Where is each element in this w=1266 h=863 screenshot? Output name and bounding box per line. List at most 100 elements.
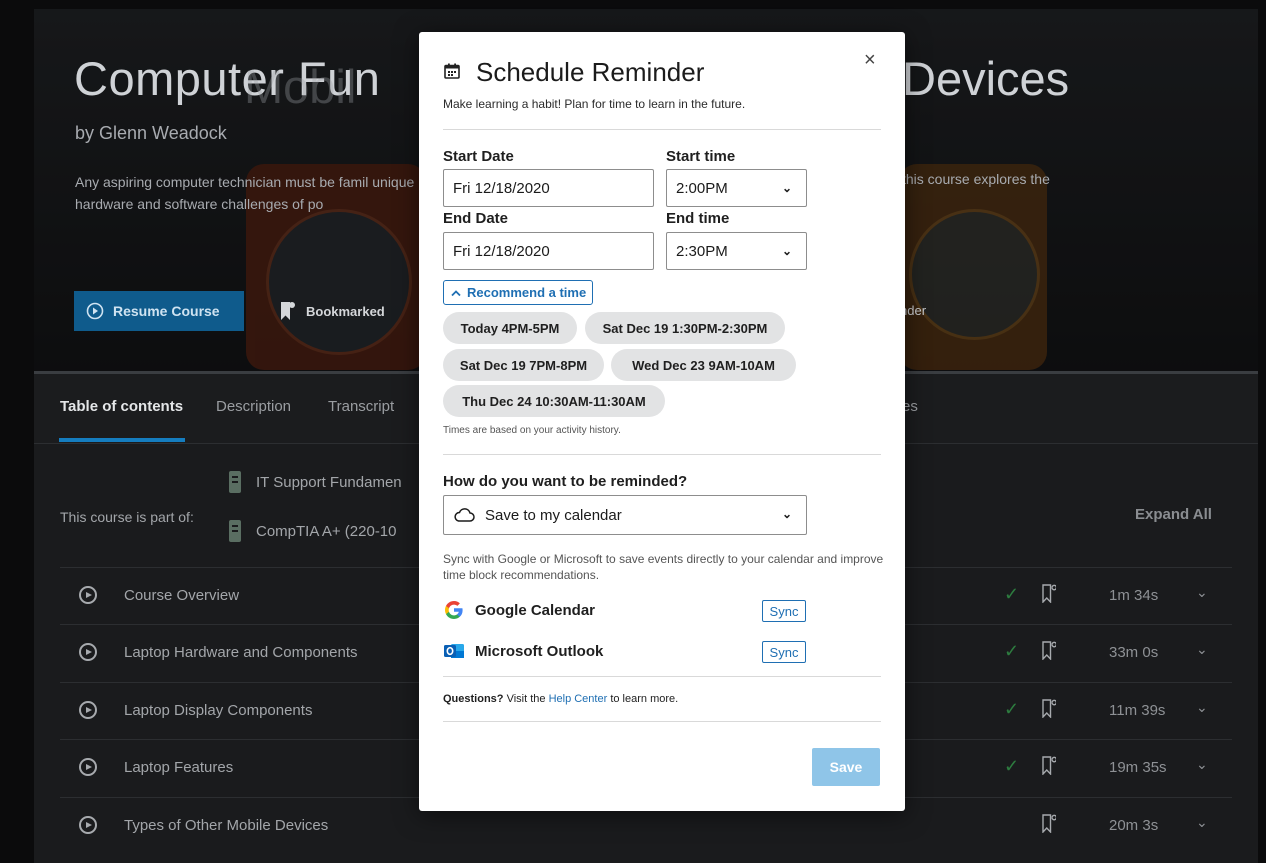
check-icon: ✓: [1004, 699, 1020, 719]
help-center-link[interactable]: Help Center: [549, 693, 608, 705]
path-item[interactable]: IT Support Fundamen: [229, 471, 402, 493]
play-circle-icon[interactable]: [79, 643, 97, 661]
resume-course-label: Resume Course: [113, 303, 220, 319]
outlook-icon: [444, 644, 464, 658]
play-circle-icon[interactable]: [79, 701, 97, 719]
calendar-icon: [444, 63, 460, 79]
part-of-label: This course is part of:: [60, 509, 194, 525]
play-circle-icon: [86, 302, 104, 320]
recommendation-chip[interactable]: Wed Dec 23 9AM-10AM: [611, 349, 796, 381]
chevron-down-icon[interactable]: ⌄: [1196, 814, 1208, 831]
bookmark-button[interactable]: Bookmarked: [280, 301, 385, 321]
check-icon: ✓: [1004, 641, 1020, 661]
bookmark-outline-icon[interactable]: [1042, 814, 1056, 833]
close-icon[interactable]: ×: [864, 48, 876, 72]
divider: [443, 721, 881, 722]
content-title: Types of Other Mobile Devices: [124, 817, 329, 834]
tab-description[interactable]: Description: [216, 398, 291, 415]
chevron-down-icon[interactable]: ⌄: [1196, 584, 1208, 601]
provider-name: Microsoft Outlook: [475, 642, 604, 660]
recommendation-chip[interactable]: Sat Dec 19 1:30PM-2:30PM: [585, 312, 785, 344]
path-item[interactable]: CompTIA A+ (220-10: [229, 520, 397, 542]
outlook-sync-button[interactable]: Sync: [762, 641, 806, 663]
remind-method-label: How do you want to be reminded?: [443, 473, 688, 490]
save-button[interactable]: Save: [812, 748, 880, 786]
chevron-down-icon[interactable]: ⌄: [1196, 641, 1208, 658]
course-description: Any aspiring computer technician must be…: [75, 174, 415, 212]
bookmark-outline-icon[interactable]: [1042, 756, 1056, 775]
bookmark-outline-icon[interactable]: [1042, 641, 1056, 660]
recommendation-chip[interactable]: Today 4PM-5PM: [443, 312, 577, 344]
dialog-subtitle: Make learning a habit! Plan for time to …: [443, 97, 746, 111]
chevron-down-icon: ⌄: [781, 244, 792, 258]
play-circle-icon[interactable]: [79, 758, 97, 776]
divider: [443, 454, 881, 455]
start-date-label: Start Date: [443, 148, 514, 165]
remind-method-select[interactable]: Save to my calendar ⌄: [443, 495, 807, 535]
course-author: by Glenn Weadock: [75, 123, 227, 143]
course-description-end: this course explores the: [902, 171, 1050, 187]
provider-name: Google Calendar: [475, 601, 596, 619]
end-date-value: Fri 12/18/2020: [453, 242, 550, 260]
content-duration: 11m 39s: [1109, 702, 1166, 719]
questions-post: to learn more.: [607, 693, 679, 705]
path-item-label: IT Support Fundamen: [256, 473, 402, 491]
tab-transcript[interactable]: Transcript: [328, 398, 394, 415]
path-icon: [229, 471, 241, 493]
chevron-down-icon[interactable]: ⌄: [1196, 756, 1208, 773]
start-date-field[interactable]: Fri 12/18/2020: [443, 169, 654, 207]
end-date-label: End Date: [443, 210, 509, 227]
google-icon: [445, 601, 463, 619]
dialog-title: Schedule Reminder: [476, 57, 705, 87]
start-date-value: Fri 12/18/2020: [453, 179, 550, 197]
chevron-down-icon: ⌄: [781, 181, 792, 195]
start-time-label: Start time: [666, 148, 736, 165]
recommendation-chip[interactable]: Sat Dec 19 7PM-8PM: [443, 349, 604, 381]
end-date-field[interactable]: Fri 12/18/2020: [443, 232, 654, 270]
content-title: Laptop Features: [124, 759, 234, 776]
bookmark-icon: [281, 302, 295, 320]
activity-note: Times are based on your activity history…: [443, 425, 621, 436]
content-title: Laptop Hardware and Components: [124, 644, 358, 661]
check-icon: ✓: [1004, 756, 1020, 776]
recommendation-chip[interactable]: Thu Dec 24 10:30AM-11:30AM: [443, 385, 665, 417]
content-title: Laptop Display Components: [124, 702, 313, 719]
schedule-reminder-dialog: × Schedule Reminder Make learning a habi…: [419, 32, 905, 811]
play-circle-icon[interactable]: [79, 586, 97, 604]
tab-table-of-contents[interactable]: Table of contents: [60, 398, 183, 415]
provider-google: Google Calendar: [443, 599, 595, 621]
course-title-ghost: Mobil: [244, 60, 357, 113]
bookmark-outline-icon[interactable]: [1042, 699, 1056, 718]
expand-all-button[interactable]: Expand All: [1135, 506, 1212, 523]
play-circle-icon[interactable]: [79, 816, 97, 834]
cloud-icon: [454, 508, 475, 522]
content-duration: 19m 35s: [1109, 759, 1167, 776]
start-time-select[interactable]: 2:00PM ⌄: [666, 169, 807, 207]
course-title-end: Devices: [902, 52, 1070, 105]
end-time-select[interactable]: 2:30PM ⌄: [666, 232, 807, 270]
content-title: Course Overview: [124, 587, 240, 604]
questions-pre: Visit the: [503, 693, 549, 705]
active-tab-indicator: [59, 438, 185, 442]
recommend-time-toggle[interactable]: Recommend a time: [443, 280, 593, 305]
resume-course-button[interactable]: Resume Course: [74, 291, 244, 331]
sync-description: Sync with Google or Microsoft to save ev…: [443, 552, 884, 582]
chevron-down-icon[interactable]: ⌄: [1196, 699, 1208, 716]
remind-method-value: Save to my calendar: [485, 506, 622, 524]
bookmark-outline-icon[interactable]: [1042, 584, 1056, 603]
check-icon: ✓: [1004, 584, 1020, 604]
path-icon: [229, 520, 241, 542]
google-sync-button[interactable]: Sync: [762, 600, 806, 622]
content-duration: 33m 0s: [1109, 644, 1159, 661]
recommend-time-label: Recommend a time: [467, 285, 587, 300]
provider-outlook: Microsoft Outlook: [443, 640, 603, 662]
questions-bold: Questions?: [443, 693, 504, 705]
path-item-label: CompTIA A+ (220-10: [256, 522, 397, 540]
end-time-value: 2:30PM: [676, 242, 728, 260]
chevron-up-icon: [451, 289, 461, 296]
help-text: Questions? Visit the Help Center to lear…: [443, 693, 678, 705]
content-duration: 1m 34s: [1109, 587, 1159, 604]
end-time-label: End time: [666, 210, 730, 227]
divider: [443, 129, 881, 130]
chevron-down-icon: ⌄: [781, 507, 792, 521]
